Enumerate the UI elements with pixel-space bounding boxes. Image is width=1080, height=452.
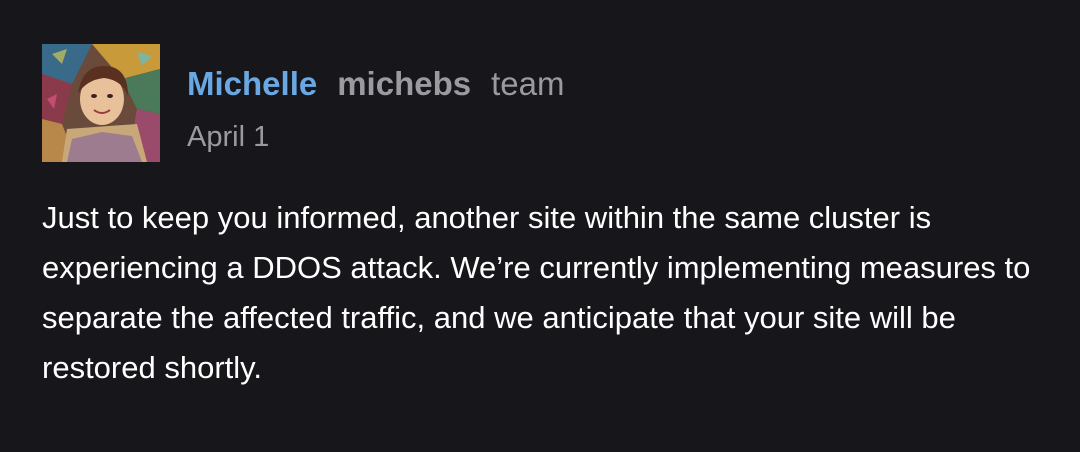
- post-date[interactable]: April 1: [187, 118, 269, 156]
- avatar-image: [42, 44, 160, 162]
- author-title: team: [491, 65, 565, 102]
- forum-post: Michelle michebs team April 1 Just to keep…: [0, 0, 1080, 452]
- post-body-text: Just to keep you informed, another site …: [42, 200, 1031, 385]
- author-username[interactable]: michebs: [337, 65, 471, 102]
- author-display-name[interactable]: Michelle: [187, 65, 317, 102]
- author-meta-row: Michelle michebs team: [187, 63, 564, 105]
- author-avatar[interactable]: [42, 44, 160, 162]
